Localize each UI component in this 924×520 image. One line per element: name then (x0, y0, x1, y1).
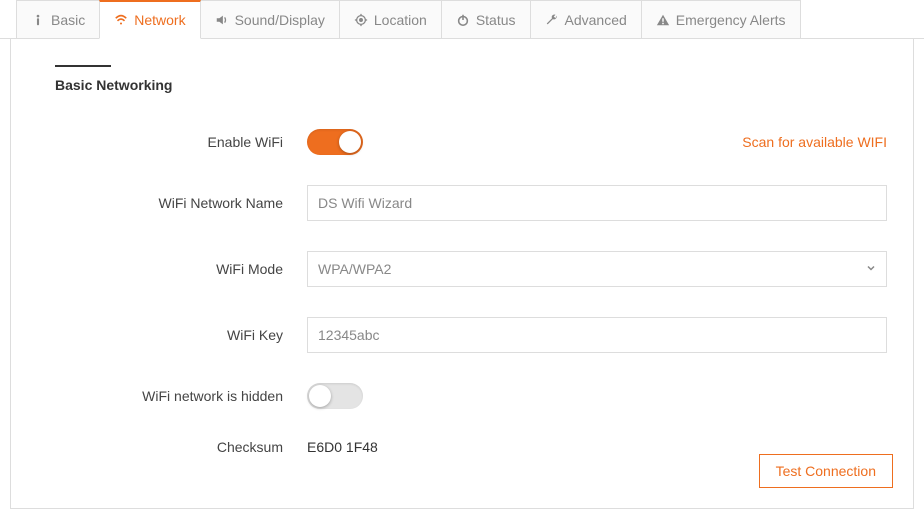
tab-label: Sound/Display (235, 12, 325, 28)
row-wifi-name: WiFi Network Name (55, 185, 893, 221)
checksum-value: E6D0 1F48 (307, 439, 378, 455)
wifi-icon (114, 13, 128, 27)
network-panel: Basic Networking Enable WiFi Scan for av… (10, 39, 914, 509)
row-enable-wifi: Enable WiFi Scan for available WIFI (55, 129, 893, 155)
section-title: Basic Networking (55, 77, 893, 93)
scan-wifi-link[interactable]: Scan for available WIFI (742, 134, 887, 150)
wifi-mode-select[interactable]: WPA/WPA2 (307, 251, 887, 287)
test-connection-button[interactable]: Test Connection (759, 454, 893, 488)
crosshair-icon (354, 13, 368, 27)
tab-location[interactable]: Location (339, 0, 442, 38)
tab-advanced[interactable]: Advanced (530, 0, 642, 38)
toggle-knob (339, 131, 361, 153)
wifi-key-label: WiFi Key (55, 327, 307, 343)
wrench-icon (545, 13, 559, 27)
wifi-hidden-toggle[interactable] (307, 383, 363, 409)
wifi-name-label: WiFi Network Name (55, 195, 307, 211)
tab-label: Location (374, 12, 427, 28)
enable-wifi-toggle[interactable] (307, 129, 363, 155)
row-checksum: Checksum E6D0 1F48 (55, 439, 893, 455)
row-wifi-key: WiFi Key (55, 317, 893, 353)
tab-label: Advanced (565, 12, 627, 28)
info-icon (31, 13, 45, 27)
tab-label: Basic (51, 12, 85, 28)
tab-basic[interactable]: Basic (16, 0, 100, 38)
chevron-down-icon (866, 263, 876, 276)
row-wifi-hidden: WiFi network is hidden (55, 383, 893, 409)
power-icon (456, 13, 470, 27)
enable-wifi-label: Enable WiFi (55, 134, 307, 150)
section-rule (55, 65, 111, 67)
toggle-knob (309, 385, 331, 407)
section-header: Basic Networking (55, 65, 893, 93)
checksum-label: Checksum (55, 439, 307, 455)
tab-label: Status (476, 12, 516, 28)
row-wifi-mode: WiFi Mode WPA/WPA2 (55, 251, 893, 287)
warning-icon (656, 13, 670, 27)
wifi-mode-label: WiFi Mode (55, 261, 307, 277)
wifi-name-input[interactable] (307, 185, 887, 221)
tab-status[interactable]: Status (441, 0, 531, 38)
tab-emergency-alerts[interactable]: Emergency Alerts (641, 0, 801, 38)
wifi-mode-value: WPA/WPA2 (318, 261, 391, 277)
tab-label: Network (134, 12, 185, 28)
wifi-key-input[interactable] (307, 317, 887, 353)
wifi-hidden-label: WiFi network is hidden (55, 388, 307, 404)
volume-icon (215, 13, 229, 27)
tab-bar: Basic Network Sound/Display Location Sta… (0, 0, 924, 39)
tab-network[interactable]: Network (99, 0, 200, 39)
tab-label: Emergency Alerts (676, 12, 786, 28)
tab-sound-display[interactable]: Sound/Display (200, 0, 340, 38)
